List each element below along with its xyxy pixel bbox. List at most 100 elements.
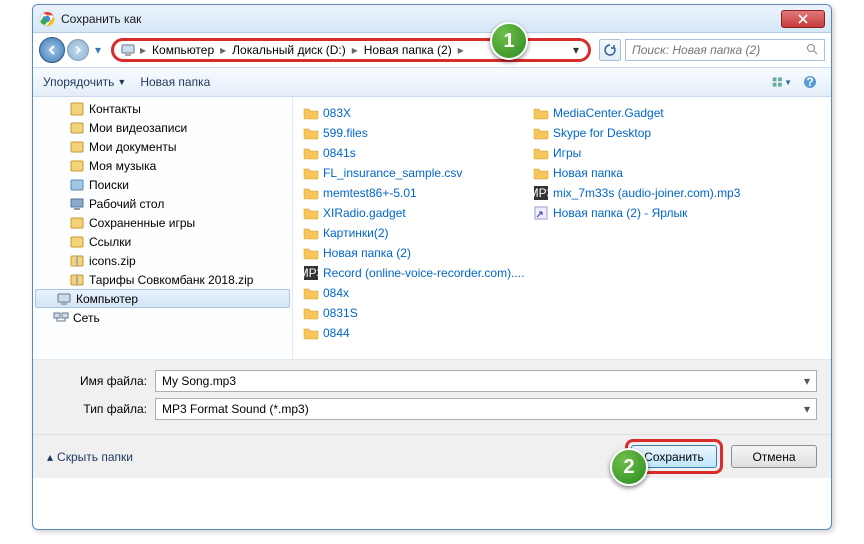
tree-item: Тарифы Совкомбанк 2018.zip: [33, 270, 292, 289]
help-button[interactable]: ?: [799, 72, 821, 92]
links-icon: [69, 234, 85, 250]
breadcrumb-item[interactable]: Новая папка (2): [360, 43, 456, 57]
chevron-down-icon[interactable]: ▾: [804, 374, 810, 388]
zip-icon: [69, 272, 85, 288]
mp3-icon: MP3: [533, 185, 549, 201]
file-item[interactable]: Новая папка (2) - Ярлык: [533, 203, 763, 223]
file-item[interactable]: Картинки(2): [303, 223, 533, 243]
file-label: 599.files: [323, 126, 368, 140]
svg-text:MP3: MP3: [303, 266, 319, 280]
file-item[interactable]: MediaCenter.Gadget: [533, 103, 763, 123]
nav-history-dropdown[interactable]: ▾: [91, 37, 105, 63]
file-item[interactable]: 599.files: [303, 123, 533, 143]
mp3-icon: MP3: [303, 265, 319, 281]
file-item[interactable]: XIRadio.gadget: [303, 203, 533, 223]
chevron-right-icon: ▸: [218, 43, 228, 57]
svg-text:?: ?: [806, 75, 813, 89]
search-icon: [806, 43, 818, 58]
file-label: Новая папка (2): [323, 246, 411, 260]
file-label: 0841s: [323, 146, 356, 160]
file-label: MediaCenter.Gadget: [553, 106, 664, 120]
cancel-button[interactable]: Отмена: [731, 445, 817, 468]
refresh-button[interactable]: [599, 39, 621, 61]
folder-icon: [303, 145, 319, 161]
file-list[interactable]: 083X 599.files 0841s FL_insurance_sample.cs…: [293, 97, 831, 359]
view-menu[interactable]: ▼: [771, 72, 793, 92]
body: Контакты Мои видеозаписи Мои документы М…: [33, 97, 831, 359]
folder-icon: [303, 125, 319, 141]
chevron-right-icon: ▸: [456, 43, 466, 57]
file-label: 0844: [323, 326, 350, 340]
tree-item: Мои видеозаписи: [33, 118, 292, 137]
file-item[interactable]: Игры: [533, 143, 763, 163]
hide-folders-toggle[interactable]: ▴Скрыть папки: [47, 450, 133, 464]
music-icon: [69, 158, 85, 174]
file-item[interactable]: 084x: [303, 283, 533, 303]
file-item[interactable]: Новая папка: [533, 163, 763, 183]
file-label: memtest86+-5.01: [323, 186, 417, 200]
callout-2: 2: [610, 448, 648, 486]
computer-icon: [56, 291, 72, 307]
filetype-select[interactable]: MP3 Format Sound (*.mp3)▾: [155, 398, 817, 420]
breadcrumb-item[interactable]: Локальный диск (D:): [228, 43, 350, 57]
tree-item: icons.zip: [33, 251, 292, 270]
tree-item-network[interactable]: Сеть: [33, 308, 292, 327]
file-label: 0831S: [323, 306, 358, 320]
file-item[interactable]: MP3 Record (online-voice-recorder.com)...…: [303, 263, 533, 283]
filename-input[interactable]: My Song.mp3▾: [155, 370, 817, 392]
new-folder-button[interactable]: Новая папка: [140, 75, 210, 89]
save-dialog: Сохранить как ▾ ▸ Компьютер ▸ Локальный …: [32, 4, 832, 530]
save-fields: Имя файла: My Song.mp3▾ Тип файла: MP3 F…: [33, 359, 831, 434]
computer-icon: [120, 42, 136, 58]
folder-icon: [303, 285, 319, 301]
close-button[interactable]: [781, 10, 825, 28]
folder-icon: [533, 105, 549, 121]
folder-icon: [303, 165, 319, 181]
svg-text:MP3: MP3: [533, 186, 549, 200]
file-item[interactable]: 0844: [303, 323, 533, 343]
folder-icon: [533, 125, 549, 141]
organize-menu[interactable]: Упорядочить▼: [43, 75, 126, 89]
chevron-up-icon: ▴: [47, 450, 53, 464]
file-item[interactable]: 0841s: [303, 143, 533, 163]
search-input[interactable]: [632, 43, 802, 57]
nav-forward-button[interactable]: [67, 39, 89, 61]
file-item[interactable]: 0831S: [303, 303, 533, 323]
file-item[interactable]: FL_insurance_sample.csv: [303, 163, 533, 183]
filetype-label: Тип файла:: [47, 402, 155, 416]
folder-icon: [303, 245, 319, 261]
chevron-right-icon: ▸: [138, 43, 148, 57]
file-label: FL_insurance_sample.csv: [323, 166, 462, 180]
toolbar: Упорядочить▼ Новая папка ▼ ?: [33, 67, 831, 97]
chrome-icon: [39, 11, 55, 27]
folder-icon: [303, 325, 319, 341]
network-icon: [53, 310, 69, 326]
callout-1: 1: [490, 22, 528, 60]
breadcrumb-item[interactable]: Компьютер: [148, 43, 218, 57]
tree-item-computer[interactable]: Компьютер: [35, 289, 290, 308]
games-icon: [69, 215, 85, 231]
folder-icon: [303, 205, 319, 221]
file-label: Skype for Desktop: [553, 126, 651, 140]
nav-tree[interactable]: Контакты Мои видеозаписи Мои документы М…: [33, 97, 293, 359]
chevron-down-icon[interactable]: ▾: [804, 402, 810, 416]
file-label: XIRadio.gadget: [323, 206, 406, 220]
tree-item: Ссылки: [33, 232, 292, 251]
address-dropdown[interactable]: ▾: [568, 43, 584, 57]
file-item[interactable]: memtest86+-5.01: [303, 183, 533, 203]
file-item[interactable]: Новая папка (2): [303, 243, 533, 263]
file-label: Новая папка (2) - Ярлык: [553, 206, 687, 220]
search-box[interactable]: [625, 39, 825, 61]
folder-icon: [303, 225, 319, 241]
titlebar[interactable]: Сохранить как: [33, 5, 831, 33]
file-item[interactable]: 083X: [303, 103, 533, 123]
file-label: mix_7m33s (audio-joiner.com).mp3: [553, 186, 740, 200]
folder-icon: [303, 305, 319, 321]
file-label: Новая папка: [553, 166, 623, 180]
file-item[interactable]: Skype for Desktop: [533, 123, 763, 143]
file-label: Record (online-voice-recorder.com)....: [323, 266, 524, 280]
desktop-icon: [69, 196, 85, 212]
file-item[interactable]: MP3 mix_7m33s (audio-joiner.com).mp3: [533, 183, 763, 203]
nav-back-button[interactable]: [39, 37, 65, 63]
tree-item: Моя музыка: [33, 156, 292, 175]
